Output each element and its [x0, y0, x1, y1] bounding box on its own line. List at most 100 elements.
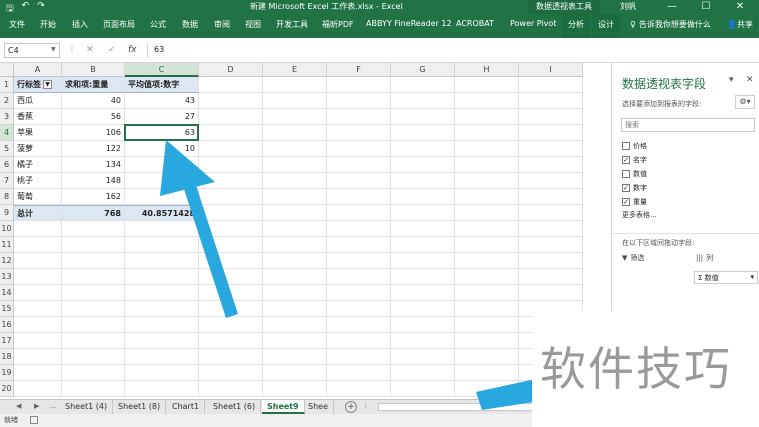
row-header-11[interactable]: 11	[0, 237, 14, 253]
cell[interactable]	[62, 269, 125, 285]
cell[interactable]	[327, 221, 391, 237]
cell[interactable]	[199, 109, 263, 125]
cell[interactable]	[519, 125, 583, 141]
cell[interactable]	[519, 285, 583, 301]
cell[interactable]	[391, 317, 455, 333]
value-cell[interactable]	[125, 157, 199, 173]
value-cell[interactable]: 10	[125, 141, 199, 157]
cell[interactable]	[519, 269, 583, 285]
cell[interactable]	[14, 349, 62, 365]
horizontal-scrollbar[interactable]	[378, 403, 538, 411]
cell[interactable]	[62, 349, 125, 365]
cell[interactable]	[263, 381, 327, 397]
cell[interactable]	[455, 205, 519, 221]
cell[interactable]	[263, 333, 327, 349]
cell[interactable]	[391, 93, 455, 109]
cell[interactable]	[62, 221, 125, 237]
cell[interactable]	[391, 141, 455, 157]
cell[interactable]	[455, 237, 519, 253]
cell[interactable]	[391, 381, 455, 397]
cell[interactable]	[14, 317, 62, 333]
cell[interactable]	[455, 141, 519, 157]
cell[interactable]	[199, 205, 263, 221]
cell[interactable]	[199, 93, 263, 109]
cell[interactable]	[263, 253, 327, 269]
value-cell[interactable]: 56	[62, 109, 125, 125]
value-cell[interactable]: 63	[125, 125, 199, 141]
cell[interactable]	[391, 77, 455, 93]
column-header-c[interactable]: C	[125, 63, 199, 77]
tab-abbyy[interactable]: ABBYY FineReader 12	[366, 19, 452, 28]
cell[interactable]	[391, 269, 455, 285]
cell[interactable]	[391, 109, 455, 125]
column-header-g[interactable]: G	[391, 63, 455, 77]
row-header-13[interactable]: 13	[0, 269, 14, 285]
sheet-tab[interactable]: Chart1	[167, 400, 206, 414]
select-all-corner[interactable]	[0, 63, 14, 77]
cell[interactable]	[327, 93, 391, 109]
cell[interactable]	[263, 301, 327, 317]
tab-file[interactable]: 文件	[9, 19, 25, 30]
checkbox-checked-icon[interactable]: ✓	[622, 198, 630, 206]
cell[interactable]	[14, 365, 62, 381]
user-name[interactable]: 刘帆	[620, 1, 636, 12]
cell[interactable]	[263, 77, 327, 93]
value-cell[interactable]: 43	[125, 93, 199, 109]
cell[interactable]	[263, 269, 327, 285]
cell[interactable]	[455, 349, 519, 365]
cell[interactable]	[391, 221, 455, 237]
cell[interactable]	[455, 189, 519, 205]
cell[interactable]	[14, 237, 62, 253]
cell[interactable]	[519, 141, 583, 157]
share-button[interactable]: 👤共享	[727, 19, 753, 30]
tab-acrobat[interactable]: ACROBAT	[456, 19, 494, 28]
cell[interactable]	[327, 269, 391, 285]
row-label-cell[interactable]: 葡萄	[14, 189, 62, 205]
chevron-down-icon[interactable]: ▾	[750, 273, 754, 281]
cell[interactable]	[455, 157, 519, 173]
tab-power-pivot[interactable]: Power Pivot	[510, 19, 556, 28]
row-header-18[interactable]: 18	[0, 349, 14, 365]
row-header-19[interactable]: 19	[0, 365, 14, 381]
row-label-cell[interactable]: 桃子	[14, 173, 62, 189]
row-label-cell[interactable]: 苹果	[14, 125, 62, 141]
cell[interactable]	[125, 269, 199, 285]
minimize-button[interactable]: —	[655, 0, 689, 14]
cell[interactable]	[125, 349, 199, 365]
cell[interactable]	[62, 317, 125, 333]
insert-function-icon[interactable]: fx	[128, 45, 137, 55]
cell[interactable]	[455, 317, 519, 333]
row-header-4[interactable]: 4	[0, 125, 14, 141]
cell[interactable]	[455, 333, 519, 349]
row-label-cell[interactable]: 西瓜	[14, 93, 62, 109]
cell[interactable]	[199, 269, 263, 285]
cell[interactable]	[327, 189, 391, 205]
cell[interactable]	[391, 285, 455, 301]
cell[interactable]	[263, 285, 327, 301]
cell[interactable]	[199, 285, 263, 301]
cell[interactable]	[62, 381, 125, 397]
cell[interactable]	[327, 301, 391, 317]
column-header-a[interactable]: A	[14, 63, 62, 77]
field-item[interactable]: 价格	[622, 139, 647, 153]
checkbox-icon[interactable]	[622, 142, 630, 150]
more-sheets-icon[interactable]: …	[50, 402, 57, 410]
cell[interactable]	[327, 317, 391, 333]
tab-design[interactable]: 设计	[592, 14, 620, 38]
cell[interactable]	[455, 77, 519, 93]
cell[interactable]	[391, 237, 455, 253]
more-tables-link[interactable]: 更多表格...	[622, 210, 657, 220]
cell[interactable]	[199, 237, 263, 253]
cell[interactable]	[391, 301, 455, 317]
formula-input[interactable]: 63	[147, 43, 755, 58]
cell[interactable]	[263, 173, 327, 189]
enter-icon[interactable]: ✓	[108, 45, 116, 55]
sheet-tab[interactable]: Sheet1 (4)	[60, 400, 114, 414]
cell[interactable]	[199, 301, 263, 317]
column-header-b[interactable]: B	[62, 63, 125, 77]
cell[interactable]	[455, 109, 519, 125]
cell[interactable]	[327, 205, 391, 221]
row-header-3[interactable]: 3	[0, 109, 14, 125]
cell[interactable]	[327, 381, 391, 397]
value-cell[interactable]: 40	[62, 93, 125, 109]
